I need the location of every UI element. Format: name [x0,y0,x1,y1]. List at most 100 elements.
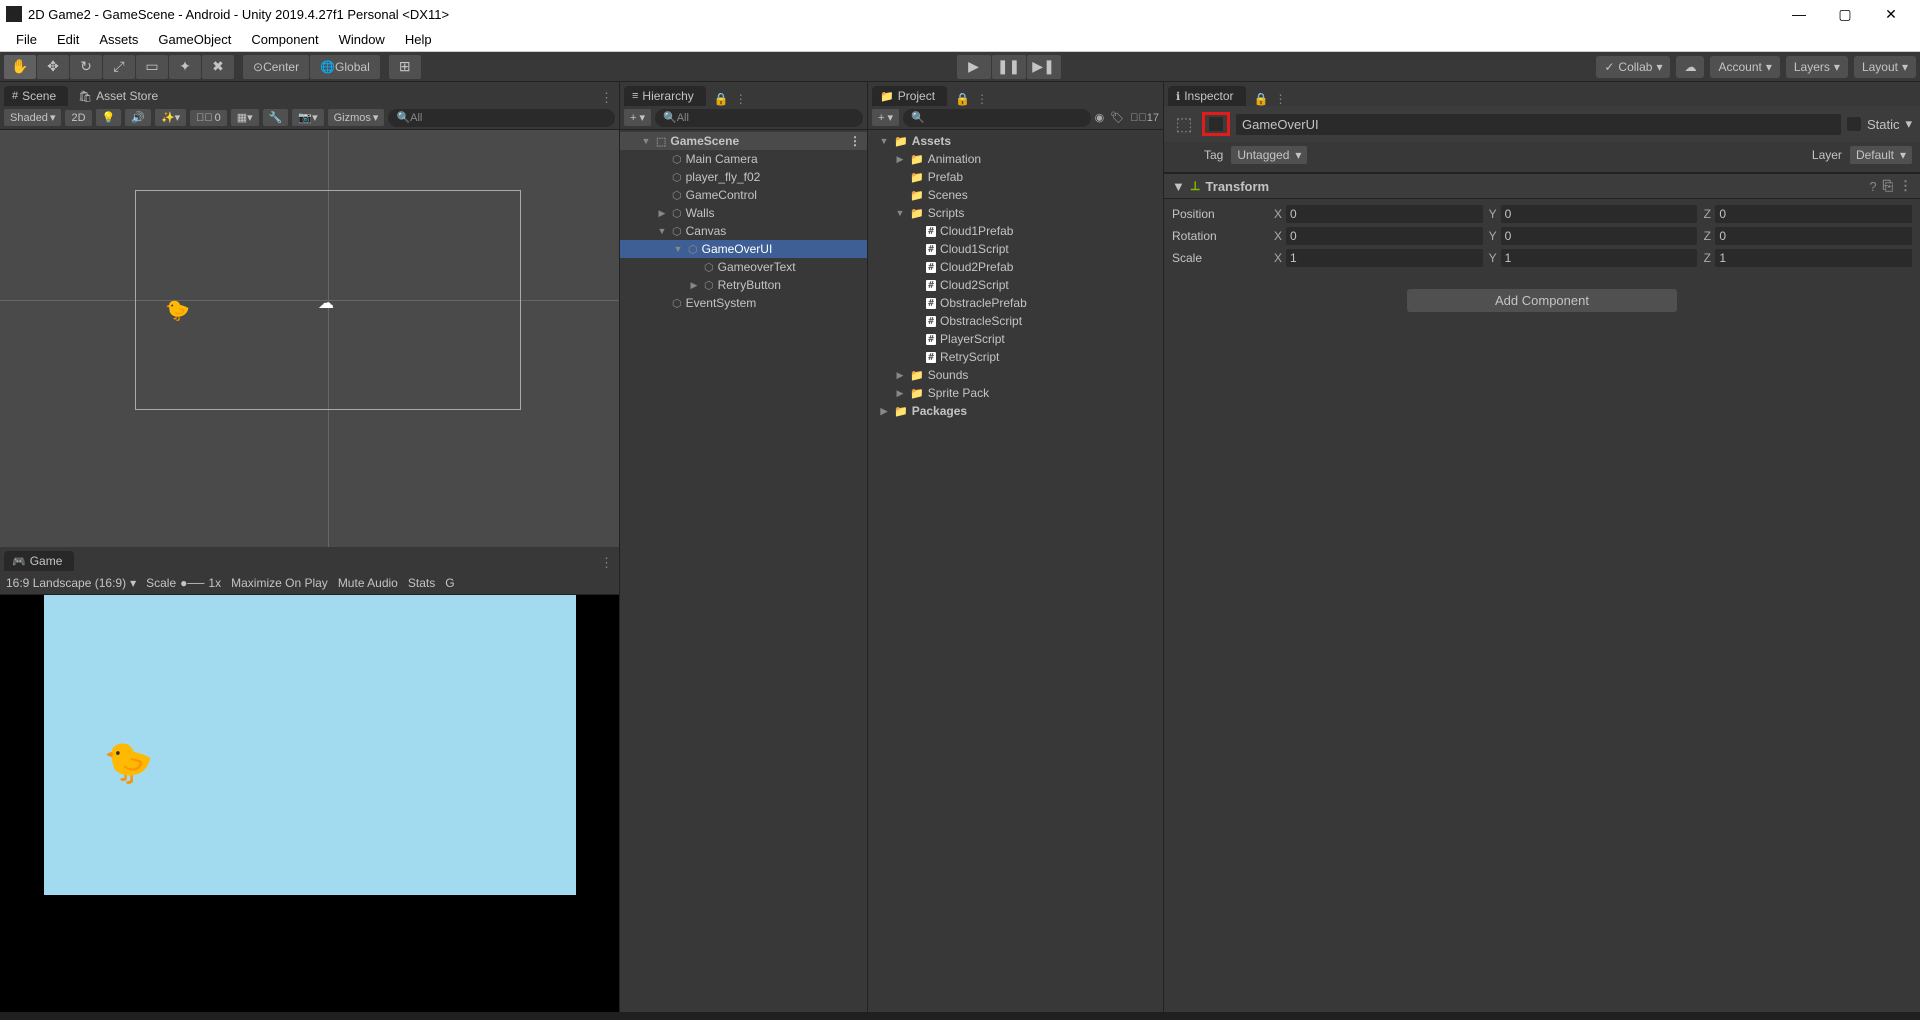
transform-position-x[interactable]: 0 [1286,205,1483,223]
player-sprite[interactable]: 🐤 [165,298,190,323]
hierarchy-menu[interactable]: ⋮ [735,92,747,106]
menu-component[interactable]: Component [241,30,328,49]
hierarchy-item-player-fly-f02[interactable]: ⬡player_fly_f02 [620,168,867,186]
hierarchy-item-canvas[interactable]: ▼⬡Canvas [620,222,867,240]
tab-hierarchy[interactable]: ≡Hierarchy [624,86,706,106]
project-item-cloud1prefab[interactable]: #Cloud1Prefab [868,222,1163,240]
project-item-packages[interactable]: ▶📁Packages [868,402,1163,420]
transform-rotation-y[interactable]: 0 [1501,227,1698,245]
game-view[interactable]: 🐤 [0,595,619,1012]
transform-scale-y[interactable]: 1 [1501,249,1698,267]
account-dropdown[interactable]: Account ▾ [1710,56,1779,78]
scene-search[interactable]: 🔍 All [388,109,615,127]
project-menu[interactable]: ⋮ [976,92,988,106]
snap-toggle[interactable]: ⊞ [389,55,421,79]
hidden-toggle[interactable]: 👁⃠0 [190,110,227,126]
move-tool[interactable]: ✥ [37,55,69,79]
stats-toggle[interactable]: Stats [408,576,435,590]
project-create-dropdown[interactable]: + ▾ [872,109,899,126]
menu-assets[interactable]: Assets [89,30,148,49]
hierarchy-search[interactable]: 🔍 All [655,109,863,127]
hierarchy-item-walls[interactable]: ▶⬡Walls [620,204,867,222]
transform-rotation-z[interactable]: 0 [1715,227,1912,245]
hierarchy-item-gameovertext[interactable]: ⬡GameoverText [620,258,867,276]
hierarchy-item-eventsystem[interactable]: ⬡EventSystem [620,294,867,312]
tab-asset-store[interactable]: 🛍Asset Store [70,86,170,106]
maximize-toggle[interactable]: Maximize On Play [231,576,328,590]
project-item-cloud2script[interactable]: #Cloud2Script [868,276,1163,294]
gizmos-dropdown[interactable]: Gizmos ▾ [328,109,385,126]
project-item-sounds[interactable]: ▶📁Sounds [868,366,1163,384]
add-component-button[interactable]: Add Component [1407,289,1677,312]
inspector-lock-icon[interactable]: 🔒 [1254,92,1269,106]
cloud-sprite[interactable]: ☁ [318,293,334,313]
project-item-cloud2prefab[interactable]: #Cloud2Prefab [868,258,1163,276]
cloud-button[interactable]: ☁ [1676,56,1704,78]
aspect-dropdown[interactable]: 16:9 Landscape (16:9) ▾ [6,576,136,590]
grid-toggle[interactable]: ▦▾ [231,109,259,126]
hierarchy-item-gamescene[interactable]: ▼⬚GameScene⋮ [620,132,867,150]
pause-button[interactable]: ❚❚ [992,55,1026,79]
menu-window[interactable]: Window [329,30,395,49]
maximize-button[interactable]: ▢ [1822,0,1868,28]
audio-toggle[interactable]: 🔊 [125,109,151,126]
project-item-playerscript[interactable]: #PlayerScript [868,330,1163,348]
transform-scale-z[interactable]: 1 [1715,249,1912,267]
scale-tool[interactable]: ⤢ [103,55,135,79]
hierarchy-tree[interactable]: ▼⬚GameScene⋮⬡Main Camera⬡player_fly_f02 ⬡… [620,130,867,1012]
inspector-menu[interactable]: ⋮ [1275,92,1287,106]
help-icon[interactable]: ? [1869,179,1876,194]
step-button[interactable]: ▶❚ [1027,55,1061,79]
project-item-scenes[interactable]: 📁Scenes [868,186,1163,204]
component-menu[interactable]: ⋮ [1899,178,1912,194]
project-tree[interactable]: ▼📁Assets▶📁Animation📁Prefab📁Scenes▼📁Scrip… [868,130,1163,1012]
project-item-scripts[interactable]: ▼📁Scripts [868,204,1163,222]
transform-tool[interactable]: ✦ [169,55,201,79]
game-panel-menu[interactable]: ⋮ [594,555,619,571]
project-item-retryscript[interactable]: #RetryScript [868,348,1163,366]
scale-slider[interactable]: Scale ●── 1x [146,576,221,590]
project-item-obstraclescript[interactable]: #ObstracleScript [868,312,1163,330]
transform-position-y[interactable]: 0 [1501,205,1698,223]
tab-game[interactable]: 🎮Game [4,551,74,571]
gameobject-icon[interactable]: ⬚ [1172,112,1196,136]
lighting-toggle[interactable]: 💡 [96,109,122,126]
project-item-prefab[interactable]: 📁Prefab [868,168,1163,186]
layout-dropdown[interactable]: Layout ▾ [1854,56,1916,78]
hierarchy-item-main-camera[interactable]: ⬡Main Camera [620,150,867,168]
static-dropdown[interactable]: ▾ [1905,116,1912,132]
hidden-count[interactable]: 👁⃠17 [1130,112,1159,124]
transform-scale-x[interactable]: 1 [1286,249,1483,267]
static-checkbox[interactable] [1847,117,1861,131]
project-item-assets[interactable]: ▼📁Assets [868,132,1163,150]
transform-rotation-x[interactable]: 0 [1286,227,1483,245]
menu-edit[interactable]: Edit [47,30,89,49]
scene-panel-menu[interactable]: ⋮ [594,90,619,106]
tab-scene[interactable]: #Scene [4,86,68,106]
hand-tool[interactable]: ✋ [4,55,36,79]
close-button[interactable]: ✕ [1868,0,1914,28]
collab-dropdown[interactable]: ✓ Collab ▾ [1596,56,1670,78]
rotate-tool[interactable]: ↻ [70,55,102,79]
fx-toggle[interactable]: ✨▾ [155,109,186,126]
camera-toggle[interactable]: 📷▾ [292,109,323,126]
2d-toggle[interactable]: 2D [65,110,91,126]
hierarchy-item-retrybutton[interactable]: ▶⬡RetryButton [620,276,867,294]
scene-context-menu[interactable]: ⋮ [849,134,867,148]
hierarchy-lock-icon[interactable]: 🔒 [714,92,729,106]
transform-header[interactable]: ▼ ⟂ Transform ? ⎘ ⋮ [1164,173,1920,199]
scene-view[interactable]: 🐤 ☁ [0,130,619,547]
hierarchy-create-dropdown[interactable]: + ▾ [624,109,651,126]
transform-position-z[interactable]: 0 [1715,205,1912,223]
layer-dropdown[interactable]: Default ▾ [1850,146,1912,164]
rect-tool[interactable]: ▭ [136,55,168,79]
space-toggle[interactable]: 🌐 Global [310,55,380,79]
project-item-cloud1script[interactable]: #Cloud1Script [868,240,1163,258]
layers-dropdown[interactable]: Layers ▾ [1786,56,1848,78]
gizmos-game-toggle[interactable]: G [445,576,454,590]
project-lock-icon[interactable]: 🔒 [955,92,970,106]
pivot-toggle[interactable]: ⊙ Center [243,55,309,79]
menu-file[interactable]: File [6,30,47,49]
menu-gameobject[interactable]: GameObject [148,30,241,49]
filter-icon[interactable]: ◉ [1095,111,1105,124]
